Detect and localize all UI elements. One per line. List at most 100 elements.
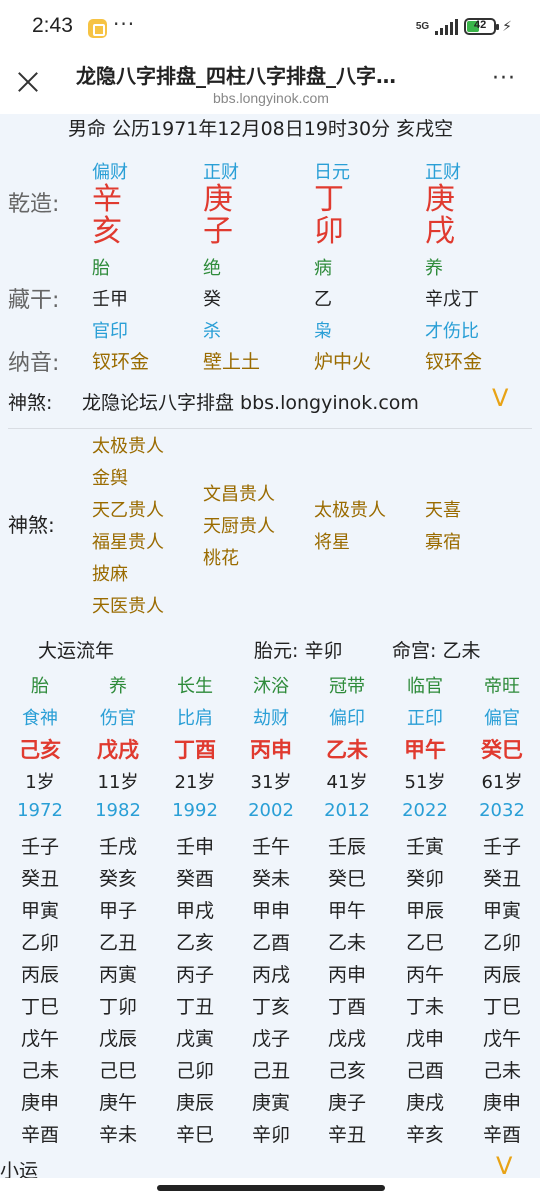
- liunian-cell: 庚午: [98, 1092, 137, 1114]
- dayun-year: 2032: [479, 800, 525, 821]
- page-title: 龙隐八字排盘_四柱八字排盘_八字…: [76, 64, 396, 88]
- liunian-cell: 壬子: [482, 836, 521, 858]
- dayun-age: 41岁: [326, 772, 368, 793]
- xiaoyun-label: 小运: [0, 1160, 39, 1178]
- dayun-age: 11岁: [97, 772, 139, 793]
- page-url: bbs.longyinok.com: [213, 90, 329, 106]
- pillar-state: 病: [314, 258, 332, 279]
- pillar-nayin: 炉中火: [314, 351, 372, 373]
- liunian-cell: 丙辰: [20, 964, 59, 986]
- liunian-cell: 癸酉: [175, 868, 214, 890]
- pillar-canggan: 辛戊丁: [425, 289, 479, 310]
- shensha-label-2: 神煞:: [8, 513, 55, 537]
- divider: [8, 428, 532, 429]
- liunian-cell: 戊寅: [175, 1028, 214, 1050]
- dayun-shishen: 偏印: [329, 708, 365, 729]
- dayun-age: 51岁: [404, 772, 446, 793]
- liunian-cell: 丁巳: [482, 996, 521, 1018]
- dayun-age: 31岁: [250, 772, 292, 793]
- liunian-cell: 甲子: [98, 900, 137, 922]
- dayun-age: 61岁: [481, 772, 523, 793]
- liunian-cell: 戊辰: [98, 1028, 137, 1050]
- dayun-title: 大运流年: [38, 640, 115, 662]
- liunian-cell: 乙亥: [175, 932, 214, 954]
- pillar-gan: 丁: [314, 182, 344, 217]
- dayun-year: 1992: [172, 800, 218, 821]
- shensha-label: 神煞:: [8, 392, 53, 414]
- dayun-shishen: 伤官: [100, 708, 136, 729]
- liunian-cell: 壬午: [251, 836, 290, 858]
- bazi-content: 男命 公历1971年12月08日19时30分 亥戌空 乾造: 藏干: 纳音: 偏…: [0, 114, 540, 1178]
- shensha-forum-text: 龙隐论坛八字排盘 bbs.longyinok.com: [82, 392, 419, 414]
- liunian-cell: 壬戌: [98, 836, 137, 858]
- shensha-item: 天厨贵人: [203, 516, 275, 537]
- liunian-cell: 乙丑: [98, 932, 137, 954]
- dayun-year: 2002: [248, 800, 294, 821]
- liunian-cell: 丙子: [175, 964, 214, 986]
- pillar-gan: 庚: [425, 182, 455, 217]
- liunian-cell: 辛酉: [20, 1124, 59, 1146]
- pillar-canggan-shishen: 官印: [92, 321, 128, 342]
- dayun-state: 胎: [31, 676, 49, 697]
- pillar-canggan-shishen: 杀: [203, 321, 221, 342]
- liunian-cell: 辛亥: [405, 1124, 444, 1146]
- dayun-year: 2022: [402, 800, 448, 821]
- dayun-age: 21岁: [174, 772, 216, 793]
- pillar-shishen: 偏财: [92, 162, 128, 183]
- shensha-item: 福星贵人: [92, 532, 164, 553]
- pillar-zhi: 亥: [92, 214, 122, 249]
- dayun-year: 2012: [324, 800, 370, 821]
- battery-icon: 42: [464, 18, 500, 35]
- pillar-shishen: 正财: [425, 162, 461, 183]
- liunian-cell: 庚寅: [251, 1092, 290, 1114]
- liunian-cell: 庚辰: [175, 1092, 214, 1114]
- liunian-cell: 癸巳: [327, 868, 366, 890]
- liunian-cell: 甲寅: [20, 900, 59, 922]
- liunian-cell: 癸丑: [20, 868, 59, 890]
- pillar-shishen: 日元: [314, 162, 350, 183]
- liunian-cell: 壬子: [20, 836, 59, 858]
- dayun-state: 养: [109, 676, 127, 697]
- liunian-cell: 己未: [482, 1060, 521, 1082]
- liunian-cell: 乙卯: [482, 932, 521, 954]
- liunian-cell: 丙辰: [482, 964, 521, 986]
- pillar-canggan-shishen: 才伤比: [425, 321, 479, 342]
- expand-xiaoyun-icon[interactable]: V: [496, 1152, 512, 1178]
- liunian-cell: 己巳: [98, 1060, 137, 1082]
- liunian-cell: 癸亥: [98, 868, 137, 890]
- liunian-cell: 庚申: [482, 1092, 521, 1114]
- dayun-shishen: 偏官: [484, 708, 520, 729]
- liunian-cell: 辛丑: [327, 1124, 366, 1146]
- liunian-cell: 乙酉: [251, 932, 290, 954]
- dayun-ganzhi: 丁酉: [174, 738, 216, 762]
- shensha-item: 将星: [314, 532, 350, 553]
- pillar-gan: 庚: [203, 182, 233, 217]
- network-type-label: 5G: [415, 20, 430, 32]
- shensha-item: 天喜: [425, 500, 461, 521]
- pillar-zhi: 子: [203, 214, 233, 249]
- dayun-shishen: 比肩: [177, 708, 213, 729]
- liunian-cell: 丙戌: [251, 964, 290, 986]
- liunian-cell: 庚子: [327, 1092, 366, 1114]
- liunian-cell: 乙卯: [20, 932, 59, 954]
- status-bar: 2:43 ··· 5G 42 ⚡: [0, 0, 540, 58]
- pillar-canggan: 壬甲: [92, 289, 128, 310]
- dayun-ganzhi: 戊戌: [97, 738, 139, 762]
- expand-shensha-icon[interactable]: V: [492, 384, 508, 412]
- more-menu-icon[interactable]: ···: [492, 66, 516, 91]
- close-icon[interactable]: [12, 66, 44, 98]
- liunian-cell: 癸未: [251, 868, 290, 890]
- liunian-cell: 辛未: [98, 1124, 137, 1146]
- liunian-cell: 乙未: [327, 932, 366, 954]
- liunian-cell: 己未: [20, 1060, 59, 1082]
- pillar-shishen: 正财: [203, 162, 239, 183]
- label-qianzao: 乾造:: [8, 192, 60, 217]
- taiyuan: 胎元: 辛卯: [254, 640, 343, 662]
- home-indicator[interactable]: [157, 1185, 385, 1191]
- shensha-item: 天医贵人: [92, 596, 164, 617]
- signal-icon: [435, 18, 459, 35]
- liunian-cell: 甲辰: [405, 900, 444, 922]
- liunian-cell: 甲戌: [175, 900, 214, 922]
- shensha-item: 太极贵人: [92, 436, 164, 457]
- birth-info: 男命 公历1971年12月08日19时30分 亥戌空: [68, 118, 454, 140]
